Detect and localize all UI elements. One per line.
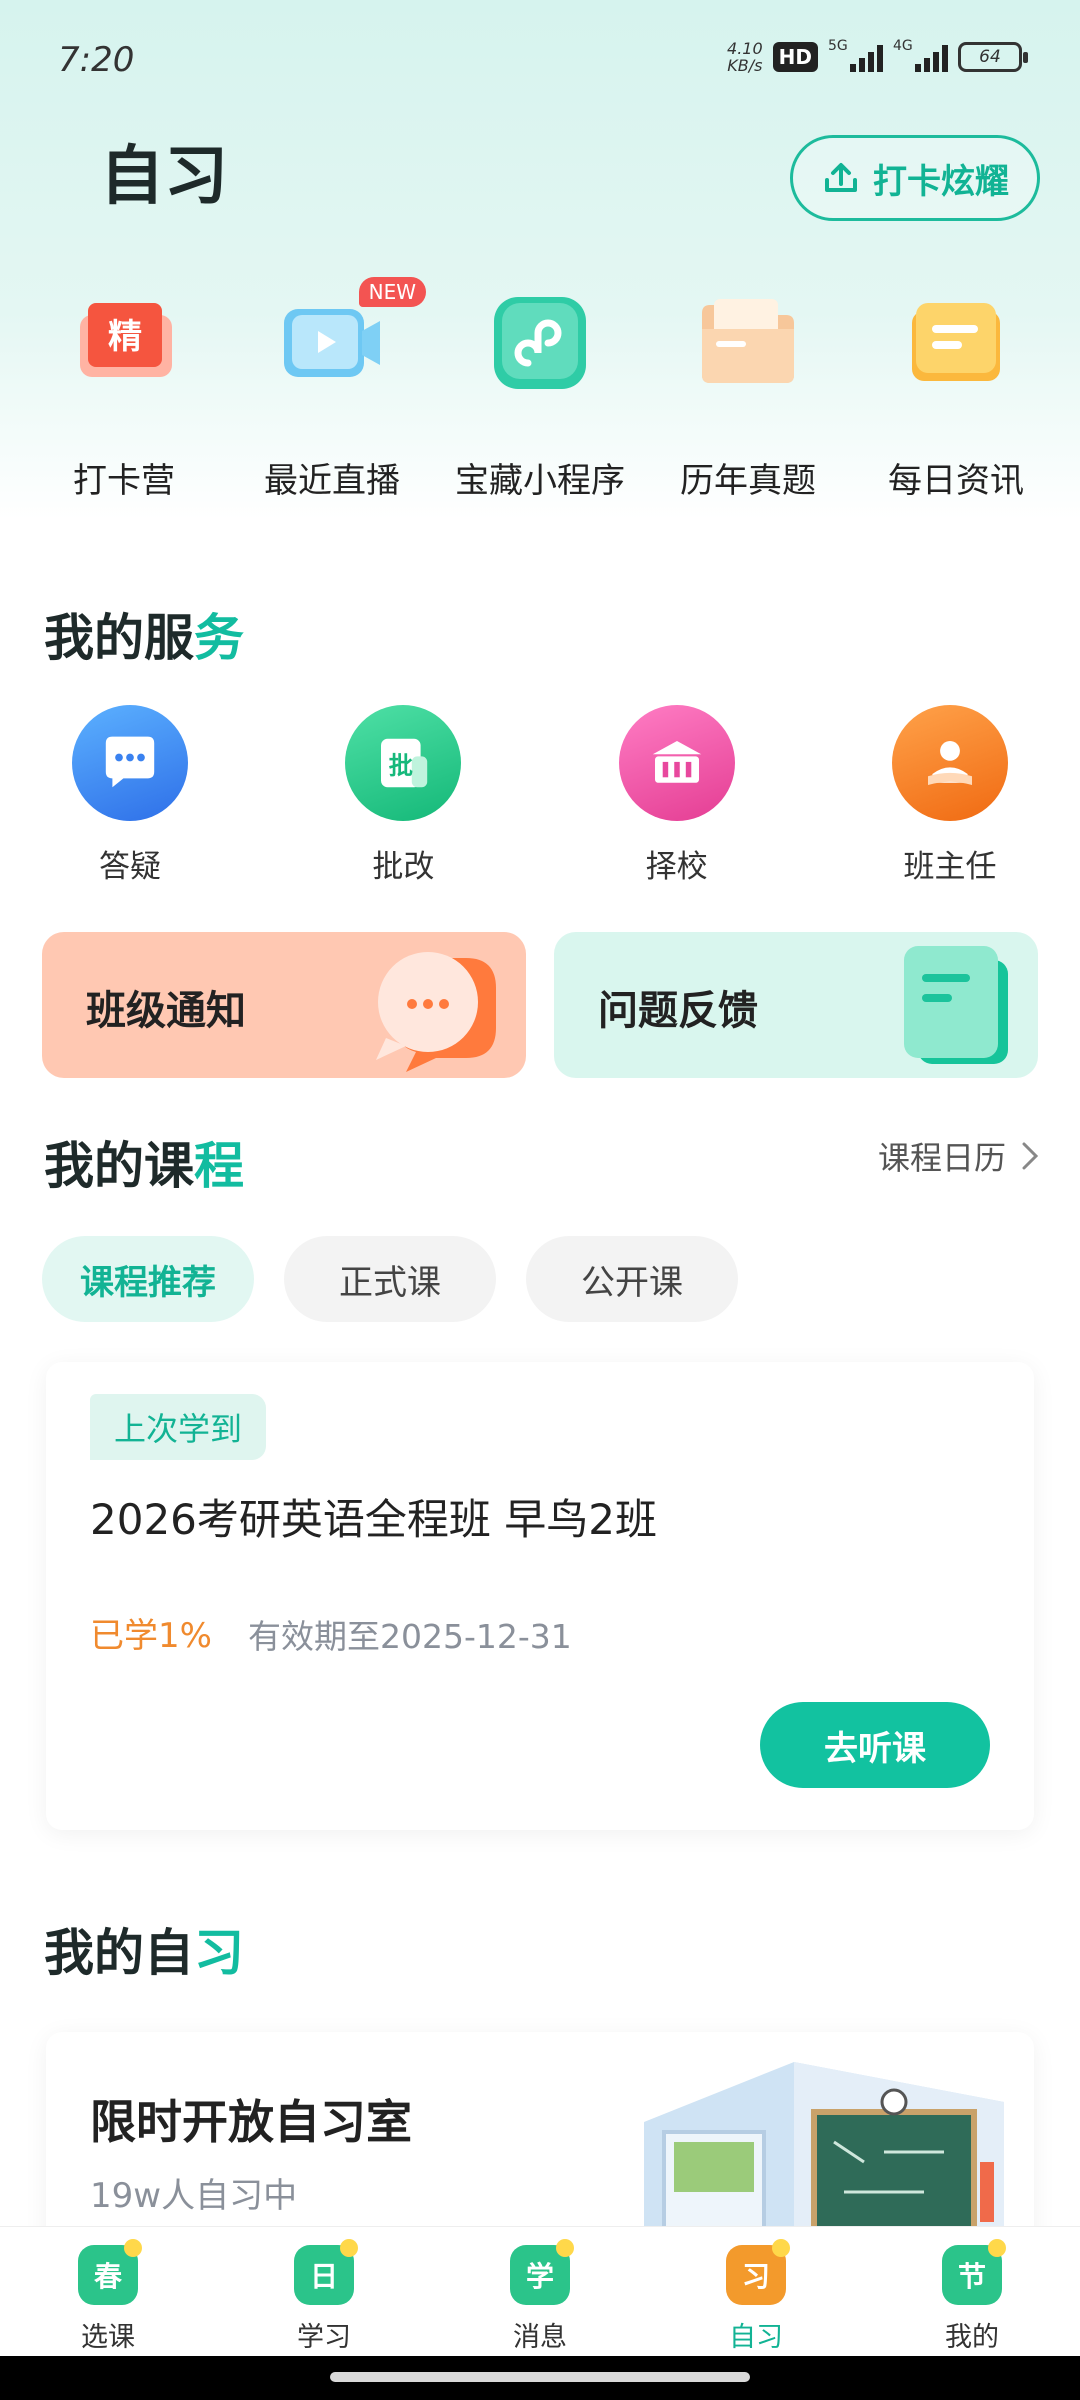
news-card-icon — [898, 285, 1014, 401]
services-section-title: 我的服务 — [44, 609, 244, 667]
status-icons: 4.10 KB/s HD 5G 4G 64 — [727, 38, 1028, 75]
course-title: 2026考研英语全程班 早鸟2班 — [90, 1495, 657, 1544]
service-head-teacher[interactable]: 班主任 — [860, 705, 1040, 886]
last-learned-tag: 上次学到 — [90, 1394, 267, 1460]
home-indicator[interactable] — [330, 2372, 750, 2382]
feedback-card[interactable]: 问题反馈 — [554, 932, 1038, 1078]
self-study-section-title: 我的自习 — [44, 1924, 244, 1982]
mini-program-icon — [482, 285, 598, 401]
tab-course-select[interactable]: 春 选课 — [28, 2227, 188, 2356]
checkin-share-button[interactable]: 打卡炫耀 — [790, 135, 1040, 221]
signal-5g-icon: 5G — [828, 38, 883, 72]
page-title: 自习 — [100, 139, 228, 214]
school-building-icon — [618, 705, 735, 821]
svg-text:精: 精 — [108, 317, 142, 357]
day-icon: 日 — [294, 2239, 358, 2305]
hd-icon: HD — [772, 42, 818, 72]
service-qa[interactable]: 答疑 — [40, 705, 220, 886]
status-time: 7:20 — [58, 40, 135, 80]
festival-icon: 节 — [942, 2239, 1006, 2305]
chevron-right-icon — [1022, 1142, 1039, 1170]
course-filter-chips: 课程推荐 正式课 公开课 — [42, 1236, 738, 1322]
tab-messages[interactable]: 学 消息 — [460, 2227, 620, 2356]
quick-entry-mini-program[interactable]: 宝藏小程序 — [436, 285, 644, 502]
correct-doc-icon: 批 — [345, 705, 462, 821]
quick-entry-live[interactable]: NEW 最近直播 — [228, 277, 436, 502]
new-badge: NEW — [358, 277, 426, 307]
go-listen-button[interactable]: 去听课 — [760, 1702, 990, 1788]
svg-text:批: 批 — [389, 752, 413, 780]
spring-icon: 春 — [78, 2239, 142, 2305]
battery-icon: 64 — [958, 42, 1028, 72]
chip-recommended[interactable]: 课程推荐 — [42, 1236, 254, 1322]
class-notice-card[interactable]: 班级通知 — [42, 932, 526, 1078]
chat-bubble-icon — [72, 705, 188, 821]
camp-badge-icon: 精 — [66, 285, 182, 401]
study-room-count: 19w人自习中 — [90, 2176, 298, 2216]
course-card[interactable]: 上次学到 2026考研英语全程班 早鸟2班 已学1% 有效期至2025-12-3… — [46, 1362, 1034, 1830]
tab-mine[interactable]: 节 我的 — [892, 2227, 1052, 2356]
upload-icon — [825, 163, 857, 192]
quick-entry-daily-news[interactable]: 每日资讯 — [852, 285, 1060, 502]
folder-icon — [690, 285, 806, 401]
quick-entry-camp[interactable]: 精 打卡营 — [20, 285, 228, 502]
tab-self-study[interactable]: 习 自习 — [676, 2227, 836, 2356]
service-correction[interactable]: 批 批改 — [313, 705, 493, 886]
bottom-tab-bar: 春 选课 日 学习 学 消息 习 自习 节 我的 — [0, 2226, 1080, 2356]
study-room-title: 限时开放自习室 — [90, 2095, 412, 2149]
learn-icon: 学 — [510, 2239, 574, 2305]
signal-4g-icon: 4G — [893, 38, 948, 72]
chip-public[interactable]: 公开课 — [526, 1236, 738, 1322]
tab-study[interactable]: 日 学习 — [244, 2227, 404, 2356]
quick-entry-past-exams[interactable]: 历年真题 — [644, 285, 852, 502]
course-validity: 有效期至2025-12-31 — [248, 1617, 572, 1656]
teacher-icon — [891, 705, 1008, 821]
status-bar: 7:20 4.10 KB/s HD 5G 4G 64 — [0, 0, 1080, 120]
self-study-icon: 习 — [726, 2239, 790, 2305]
course-progress: 已学1% — [90, 1616, 212, 1656]
chip-formal[interactable]: 正式课 — [284, 1236, 496, 1322]
courses-section-title: 我的课程 — [44, 1137, 244, 1195]
course-calendar-link[interactable]: 课程日历 — [878, 1133, 1040, 1179]
feedback-doc-icon — [904, 946, 1008, 1064]
service-school-choice[interactable]: 择校 — [587, 705, 767, 886]
message-bubble-icon — [376, 952, 496, 1072]
quick-entries: 精 打卡营 NEW 最近直播 宝藏小程序 历年真题 每日资讯 — [20, 277, 1060, 502]
services-row: 答疑 批 批改 择校 班主任 — [40, 705, 1040, 886]
network-speed: 4.10 KB/s — [727, 39, 763, 75]
